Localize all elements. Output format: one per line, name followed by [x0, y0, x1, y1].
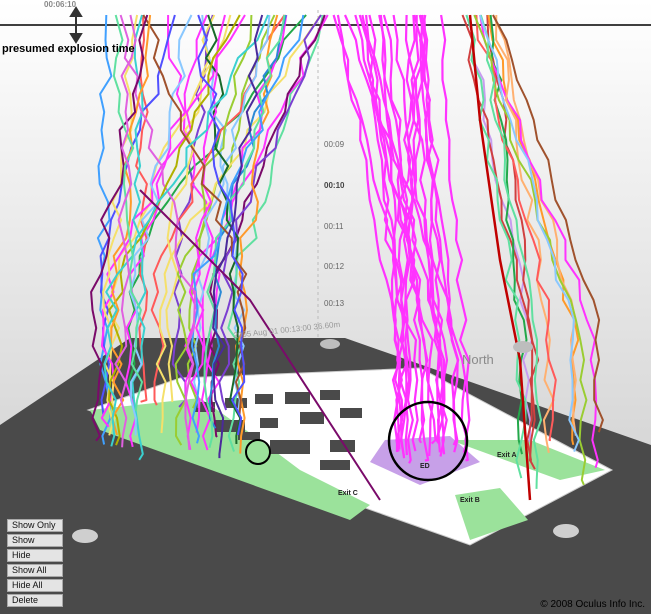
corner-marker [320, 339, 340, 349]
axis-tick: 00:11 [324, 222, 344, 231]
show-only-button[interactable]: Show Only [7, 519, 63, 532]
axis-tick: 00:13 [324, 299, 345, 308]
control-panel: Show Only Show Hide Show All Hide All De… [7, 519, 63, 609]
zone-label: Exit A [497, 452, 517, 459]
show-all-button[interactable]: Show All [7, 564, 63, 577]
show-button[interactable]: Show [7, 534, 63, 547]
corner-marker [72, 529, 98, 543]
zone-label: Exit C [338, 490, 358, 497]
corner-marker [553, 524, 579, 538]
zone-label: ED [420, 463, 430, 470]
axis-tick: 00:09 [324, 140, 345, 149]
axis-tick: 00:10 [324, 181, 345, 190]
delete-button[interactable]: Delete [7, 594, 63, 607]
axis-tick: 00:12 [324, 262, 345, 271]
top-time-label: 00:06:10 [44, 0, 77, 9]
north-label: North [462, 352, 494, 367]
hide-all-button[interactable]: Hide All [7, 579, 63, 592]
hide-button[interactable]: Hide [7, 549, 63, 562]
corner-marker [513, 341, 533, 353]
zone-label: Exit B [460, 497, 480, 504]
explosion-time-label: presumed explosion time [2, 43, 135, 55]
copyright-text: © 2008 Oculus Info Inc. [540, 599, 645, 610]
